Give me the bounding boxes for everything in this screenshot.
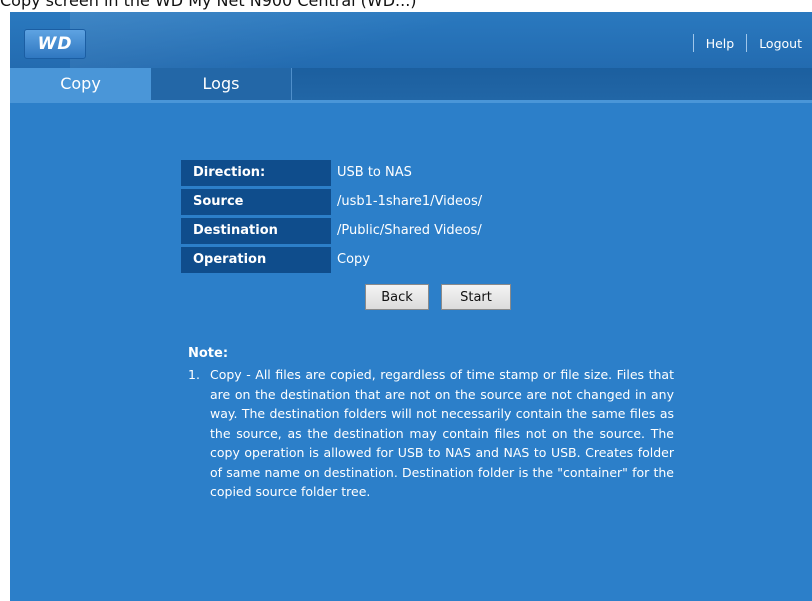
source-value: /usb1-1share1/Videos/ — [337, 194, 483, 209]
source-label: Source — [181, 189, 331, 215]
logout-link[interactable]: Logout — [759, 36, 802, 51]
start-button[interactable]: Start — [441, 284, 511, 310]
note-section: Note: 1. Copy - All files are copied, re… — [188, 346, 674, 502]
detail-row-direction: Direction: USB to NAS — [181, 160, 581, 189]
wd-logo: WD — [24, 29, 86, 59]
operation-label: Operation — [181, 247, 331, 273]
detail-row-destination: Destination /Public/Shared Videos/ — [181, 218, 581, 247]
header-bar: WD Help Logout — [10, 12, 812, 68]
direction-label: Direction: — [181, 160, 331, 186]
destination-label: Destination — [181, 218, 331, 244]
direction-value: USB to NAS — [337, 165, 412, 180]
tab-copy[interactable]: Copy — [10, 68, 151, 100]
tab-underline — [10, 100, 812, 103]
note-title: Note: — [188, 346, 229, 361]
tab-bar-filler — [292, 68, 812, 100]
tab-logs[interactable]: Logs — [151, 68, 292, 100]
detail-row-source: Source /usb1-1share1/Videos/ — [181, 189, 581, 218]
back-button[interactable]: Back — [365, 284, 429, 310]
note-item: 1. Copy - All files are copied, regardle… — [188, 365, 674, 502]
note-item-number: 1. — [188, 367, 200, 382]
operation-value: Copy — [337, 252, 370, 267]
tab-bar: Copy Logs — [10, 68, 812, 100]
help-link[interactable]: Help — [706, 36, 735, 51]
wd-app-window: WD Help Logout Copy Logs Direction: USB … — [10, 12, 812, 601]
link-divider — [746, 34, 748, 52]
link-divider — [692, 34, 694, 52]
detail-row-operation: Operation Copy — [181, 247, 581, 276]
top-links: Help Logout — [681, 33, 812, 53]
destination-value: /Public/Shared Videos/ — [337, 223, 482, 238]
copy-details-table: Direction: USB to NAS Source /usb1-1shar… — [181, 160, 581, 276]
figure-caption: Copy screen in the WD My Net N900 Centra… — [0, 0, 417, 10]
note-item-text: Copy - All files are copied, regardless … — [210, 367, 674, 499]
